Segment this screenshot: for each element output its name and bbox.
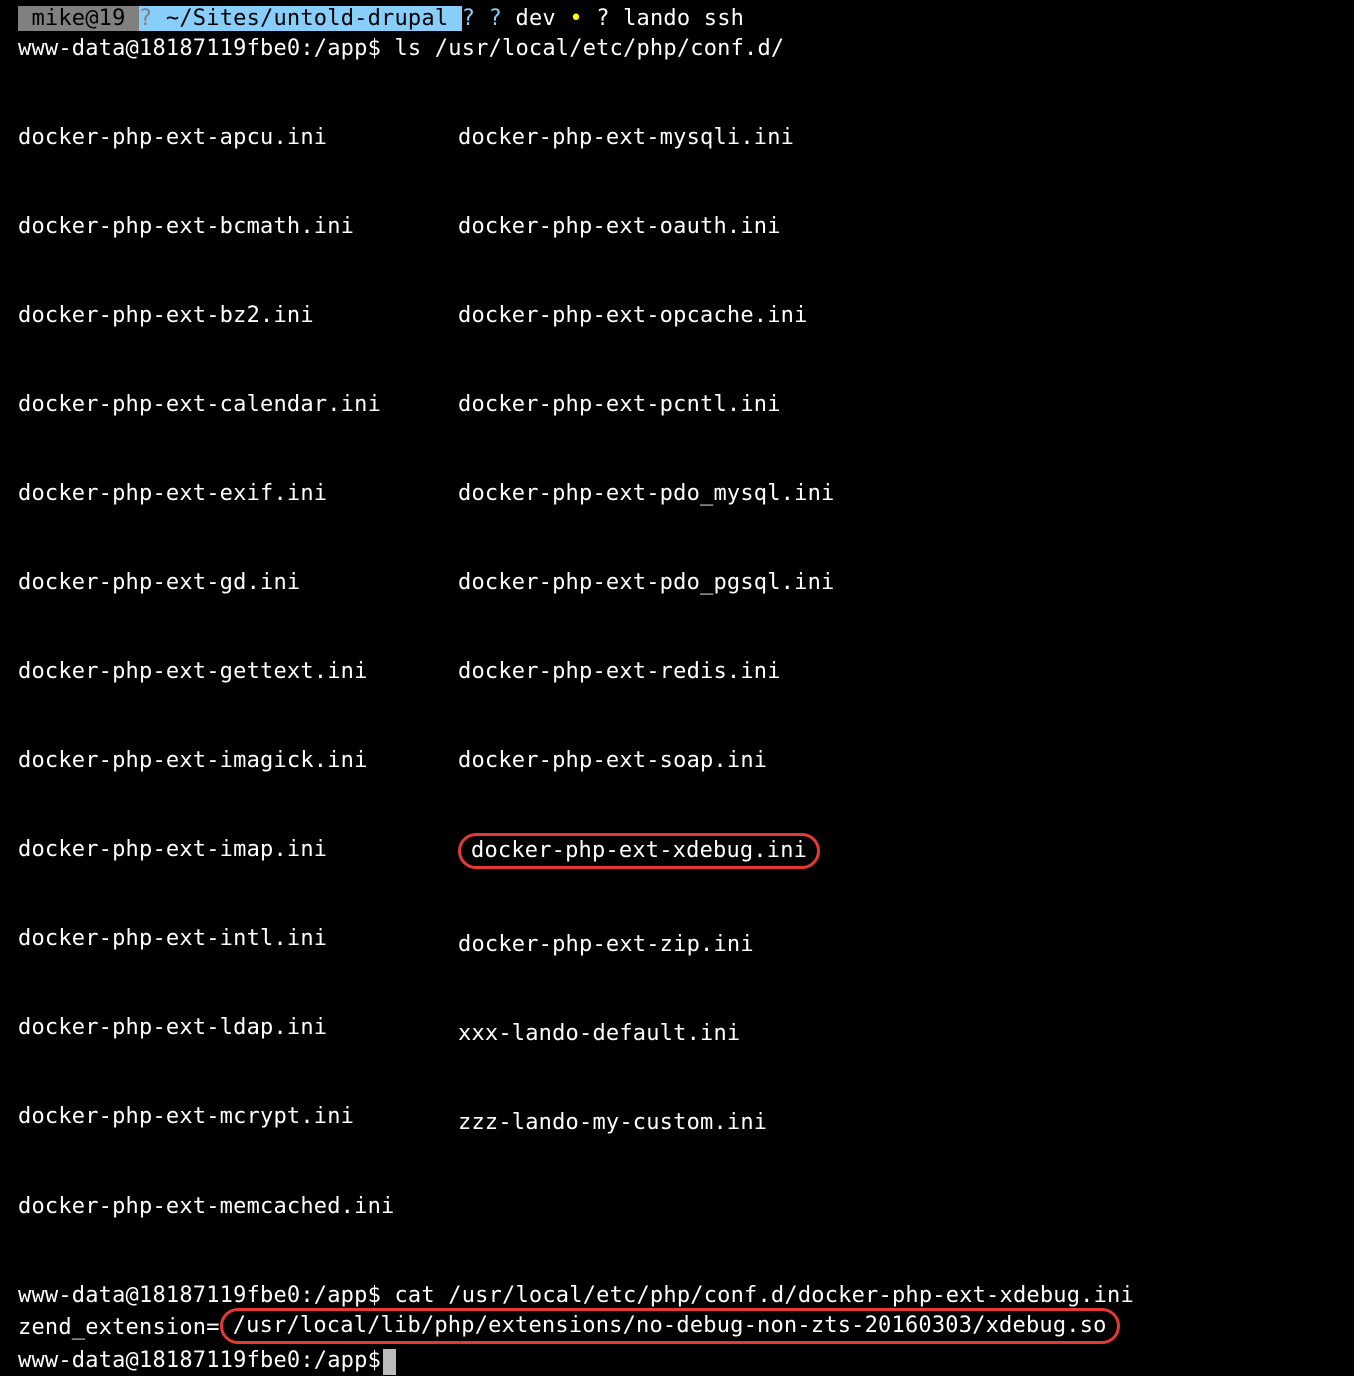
file-item: docker-php-ext-imap.ini (18, 835, 458, 865)
highlight-annotation: docker-php-ext-xdebug.ini (458, 833, 820, 869)
status-bar: mike@19 ? ~/Sites/untold-drupal ? ? dev … (18, 4, 1336, 34)
chevron-icon: ? (462, 6, 475, 31)
file-item: docker-php-ext-memcached.ini (18, 1192, 458, 1222)
chevron-icon: ? (139, 6, 152, 31)
output-line: zend_extension= /usr/local/lib/php/extens… (18, 1310, 1336, 1346)
file-item: xxx-lando-default.ini (458, 1019, 1336, 1049)
branch-icon: ? (489, 6, 502, 31)
file-item: docker-php-ext-mysqli.ini (458, 123, 1336, 153)
prompt-line[interactable]: www-data@18187119fbe0:/app$ (18, 1346, 1336, 1376)
output-text: zend_extension= (18, 1315, 220, 1340)
status-command: lando ssh (610, 6, 744, 31)
dirty-icon: • (569, 6, 596, 31)
file-item: docker-php-ext-mcrypt.ini (18, 1102, 458, 1132)
file-item: docker-php-ext-redis.ini (458, 657, 1336, 687)
file-item: docker-php-ext-gettext.ini (18, 657, 458, 687)
ls-output: docker-php-ext-apcu.ini docker-php-ext-b… (18, 63, 1336, 1280)
file-item: docker-php-ext-ldap.ini (18, 1013, 458, 1043)
output-path: /usr/local/lib/php/extensions/no-debug-n… (233, 1313, 1107, 1338)
file-item: docker-php-ext-xdebug.ini (471, 838, 807, 863)
file-item: docker-php-ext-bcmath.ini (18, 212, 458, 242)
cursor-icon (383, 1349, 396, 1375)
file-item: docker-php-ext-intl.ini (18, 924, 458, 954)
prompt-line[interactable]: www-data@18187119fbe0:/app$ cat /usr/loc… (18, 1281, 1336, 1311)
file-item: docker-php-ext-imagick.ini (18, 746, 458, 776)
command-text: cat /usr/local/etc/php/conf.d/docker-php… (394, 1283, 1133, 1308)
command-text: ls /usr/local/etc/php/conf.d/ (394, 36, 784, 61)
file-item: docker-php-ext-bz2.ini (18, 301, 458, 331)
file-item: docker-php-ext-exif.ini (18, 479, 458, 509)
shell-prompt: www-data@18187119fbe0:/app$ (18, 1348, 381, 1373)
file-item: docker-php-ext-zip.ini (458, 930, 1336, 960)
file-item: docker-php-ext-calendar.ini (18, 390, 458, 420)
file-item: docker-php-ext-opcache.ini (458, 301, 1336, 331)
shell-prompt: www-data@18187119fbe0:/app$ (18, 1283, 394, 1308)
file-item: docker-php-ext-oauth.ini (458, 212, 1336, 242)
file-item: docker-php-ext-pcntl.ini (458, 390, 1336, 420)
file-item: docker-php-ext-apcu.ini (18, 123, 458, 153)
prompt-line[interactable]: www-data@18187119fbe0:/app$ ls /usr/loca… (18, 34, 1336, 64)
file-item: docker-php-ext-gd.ini (18, 568, 458, 598)
file-item: docker-php-ext-soap.ini (458, 746, 1336, 776)
shell-prompt: www-data@18187119fbe0:/app$ (18, 36, 394, 61)
status-path: ~/Sites/untold-drupal (152, 6, 461, 31)
status-host: mike@19 (18, 6, 139, 31)
highlight-annotation: /usr/local/lib/php/extensions/no-debug-n… (220, 1308, 1120, 1344)
git-branch: dev (502, 6, 569, 31)
file-item: docker-php-ext-pdo_pgsql.ini (458, 568, 1336, 598)
file-item: docker-php-ext-pdo_mysql.ini (458, 479, 1336, 509)
chevron-icon: ? (596, 6, 609, 31)
file-item: zzz-lando-my-custom.ini (458, 1108, 1336, 1138)
